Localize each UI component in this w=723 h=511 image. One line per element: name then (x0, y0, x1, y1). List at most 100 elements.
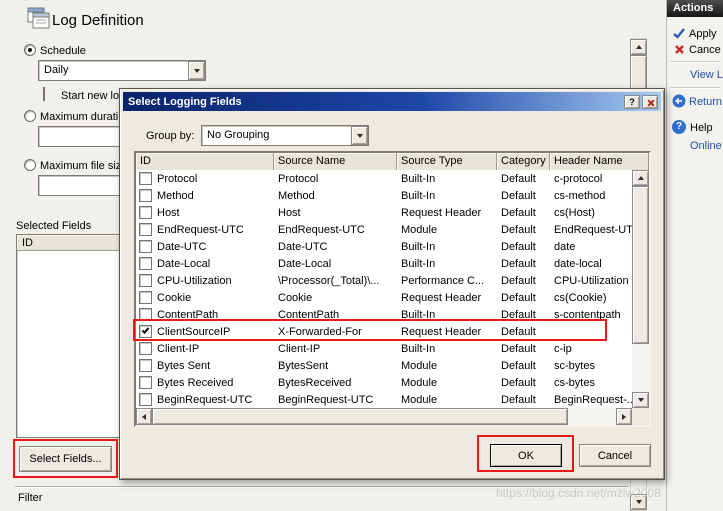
screen: Log Definition Schedule Daily Start new … (0, 0, 723, 511)
cell-id: Client-IP (136, 342, 274, 355)
actions-separator (670, 61, 720, 63)
scroll-right-button[interactable] (616, 408, 632, 425)
scrollbar-corner (632, 408, 649, 425)
cell-id: Host (136, 206, 274, 219)
scroll-down-button[interactable] (630, 494, 647, 510)
column-header-category[interactable]: Category (497, 153, 550, 170)
cell-source-name: BeginRequest-UTC (274, 394, 397, 406)
group-by-dropdown[interactable]: No Grouping (201, 125, 369, 146)
field-checkbox[interactable] (139, 342, 152, 355)
group-by-label: Group by: (146, 130, 194, 142)
cell-source-type: Performance C... (397, 275, 497, 287)
field-checkbox[interactable] (139, 376, 152, 389)
filter-divider (15, 486, 628, 488)
start-new-checkbox[interactable] (43, 87, 45, 101)
field-id-text: Host (157, 207, 180, 219)
cell-id: ClientSourceIP (136, 325, 274, 338)
field-checkbox[interactable] (139, 274, 152, 287)
scrollbar-thumb[interactable] (152, 408, 568, 425)
field-id-text: Bytes Sent (157, 360, 210, 372)
field-row[interactable]: Method Method Built-In Default cs-method (136, 187, 632, 204)
column-header-header-name[interactable]: Header Name (550, 153, 649, 170)
action-apply[interactable]: Apply (689, 28, 717, 40)
field-checkbox[interactable] (139, 393, 152, 406)
ok-button[interactable]: OK (490, 444, 562, 467)
field-checkbox[interactable] (139, 359, 152, 372)
cell-source-type: Module (397, 394, 497, 406)
schedule-label: Schedule (40, 45, 86, 57)
field-row[interactable]: EndRequest-UTC EndRequest-UTC Module Def… (136, 221, 632, 238)
field-row[interactable]: Protocol Protocol Built-In Default c-pro… (136, 170, 632, 187)
field-checkbox[interactable] (139, 325, 152, 338)
cell-header-name: c-protocol (550, 173, 632, 185)
action-cancel[interactable]: Cance (689, 44, 721, 56)
log-definition-icon (26, 5, 52, 31)
field-row[interactable]: ClientSourceIP X-Forwarded-For Request H… (136, 323, 632, 340)
cell-category: Default (497, 224, 550, 236)
field-checkbox[interactable] (139, 189, 152, 202)
field-checkbox[interactable] (139, 291, 152, 304)
cell-category: Default (497, 292, 550, 304)
scroll-up-button[interactable] (630, 39, 647, 55)
field-row[interactable]: BeginRequest-UTC BeginRequest-UTC Module… (136, 391, 632, 408)
cell-source-name: ContentPath (274, 309, 397, 321)
cell-header-name: date (550, 241, 632, 253)
max-duration-radio[interactable] (24, 110, 36, 122)
fields-table-header: ID Source Name Source Type Category Head… (136, 153, 649, 170)
field-checkbox[interactable] (139, 257, 152, 270)
selected-fields-label: Selected Fields (16, 220, 91, 232)
cell-category: Default (497, 190, 550, 202)
cell-source-type: Module (397, 377, 497, 389)
select-logging-fields-dialog: Select Logging Fields ? Group by: No Gro… (119, 88, 665, 480)
cell-header-name: cs-bytes (550, 377, 632, 389)
action-return[interactable]: Return (689, 96, 722, 108)
dialog-help-button[interactable]: ? (624, 95, 640, 109)
schedule-radio[interactable] (24, 44, 36, 56)
field-row[interactable]: ContentPath ContentPath Built-In Default… (136, 306, 632, 323)
column-header-id[interactable]: ID (136, 153, 274, 170)
dropdown-arrow-icon[interactable] (351, 126, 368, 145)
table-horizontal-scrollbar[interactable] (136, 408, 632, 425)
max-file-size-radio[interactable] (24, 159, 36, 171)
field-checkbox[interactable] (139, 206, 152, 219)
scroll-up-button[interactable] (632, 170, 649, 186)
schedule-dropdown-value: Daily (39, 61, 188, 80)
field-row[interactable]: Host Host Request Header Default cs(Host… (136, 204, 632, 221)
field-row[interactable]: Bytes Received BytesReceived Module Defa… (136, 374, 632, 391)
action-help[interactable]: Help (690, 122, 713, 134)
field-checkbox[interactable] (139, 308, 152, 321)
field-row[interactable]: Date-UTC Date-UTC Built-In Default date (136, 238, 632, 255)
field-row[interactable]: Date-Local Date-Local Built-In Default d… (136, 255, 632, 272)
dialog-titlebar[interactable]: Select Logging Fields ? (123, 92, 661, 111)
field-row[interactable]: Bytes Sent BytesSent Module Default sc-b… (136, 357, 632, 374)
schedule-dropdown[interactable]: Daily (38, 60, 206, 81)
cell-header-name: CPU-Utilization (550, 275, 632, 287)
field-row[interactable]: Client-IP Client-IP Built-In Default c-i… (136, 340, 632, 357)
scroll-down-button[interactable] (632, 392, 649, 408)
scrollbar-thumb[interactable] (632, 186, 649, 344)
cancel-button[interactable]: Cancel (579, 444, 651, 467)
dropdown-arrow-icon[interactable] (188, 61, 205, 80)
field-checkbox[interactable] (139, 172, 152, 185)
dialog-close-button[interactable] (642, 95, 658, 109)
column-header-source-type[interactable]: Source Type (397, 153, 497, 170)
field-checkbox[interactable] (139, 240, 152, 253)
return-icon (672, 94, 686, 111)
action-view-log[interactable]: View L (690, 69, 723, 81)
column-header-source-name[interactable]: Source Name (274, 153, 397, 170)
field-id-text: Method (157, 190, 194, 202)
select-fields-button[interactable]: Select Fields... (19, 446, 112, 472)
cell-id: Date-UTC (136, 240, 274, 253)
field-id-text: Bytes Received (157, 377, 233, 389)
field-row[interactable]: Cookie Cookie Request Header Default cs(… (136, 289, 632, 306)
fields-table: ID Source Name Source Type Category Head… (134, 151, 651, 427)
scroll-left-button[interactable] (136, 408, 152, 425)
field-row[interactable]: CPU-Utilization \Processor(_Total)\... P… (136, 272, 632, 289)
field-id-text: EndRequest-UTC (157, 224, 244, 236)
action-online-help[interactable]: Online (690, 140, 722, 152)
field-checkbox[interactable] (139, 223, 152, 236)
table-vertical-scrollbar[interactable] (632, 170, 649, 408)
dialog-title: Select Logging Fields (128, 96, 622, 108)
cell-category: Default (497, 258, 550, 270)
cell-header-name: s-contentpath (550, 309, 632, 321)
